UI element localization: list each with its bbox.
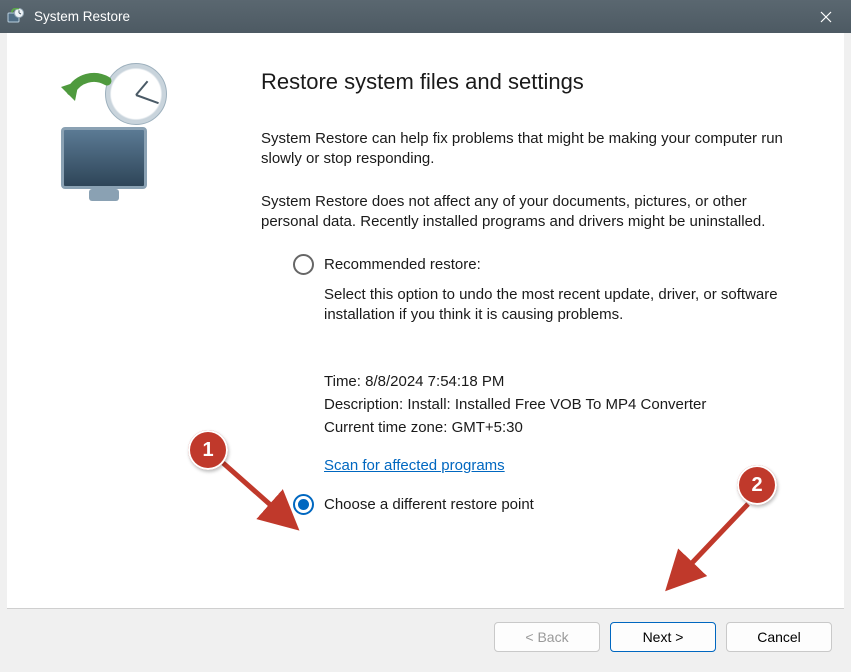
- recommended-restore-label: Recommended restore:: [324, 256, 481, 273]
- annotation-badge-1: 1: [188, 430, 228, 470]
- close-button[interactable]: [801, 0, 851, 33]
- next-button[interactable]: Next >: [610, 622, 716, 652]
- cancel-button[interactable]: Cancel: [726, 622, 832, 652]
- choose-different-point-label: Choose a different restore point: [324, 496, 534, 513]
- restore-desc-value: Install: Installed Free VOB To MP4 Conve…: [407, 396, 706, 413]
- titlebar: System Restore: [0, 0, 851, 33]
- restore-time-value: 8/8/2024 7:54:18 PM: [365, 373, 504, 390]
- wizard-artwork: [37, 61, 177, 201]
- restore-time-label: Time:: [324, 373, 365, 390]
- restore-tz-label: Current time zone:: [324, 419, 452, 436]
- recommended-restore-option[interactable]: Recommended restore:: [293, 254, 794, 275]
- radio-unchecked-icon: [293, 254, 314, 275]
- page-heading: Restore system files and settings: [261, 69, 794, 95]
- scan-affected-programs-link[interactable]: Scan for affected programs: [293, 457, 505, 474]
- window-title: System Restore: [34, 9, 801, 24]
- back-button: < Back: [494, 622, 600, 652]
- intro-para-1: System Restore can help fix problems tha…: [261, 129, 794, 170]
- restore-icon: [6, 7, 26, 27]
- restore-tz-row: Current time zone: GMT+5:30: [293, 416, 794, 439]
- annotation-badge-2: 2: [737, 465, 777, 505]
- radio-checked-icon: [293, 494, 314, 515]
- restore-tz-value: GMT+5:30: [452, 419, 523, 436]
- restore-desc-row: Description: Install: Installed Free VOB…: [293, 393, 794, 416]
- choose-different-point-option[interactable]: Choose a different restore point: [293, 494, 794, 515]
- close-icon: [820, 11, 832, 23]
- wizard-footer: < Back Next > Cancel: [7, 608, 844, 665]
- intro-para-2: System Restore does not affect any of yo…: [261, 192, 794, 233]
- recommended-restore-description: Select this option to undo the most rece…: [293, 285, 794, 326]
- wizard-sidebar: [7, 33, 207, 608]
- wizard-body: Restore system files and settings System…: [7, 33, 844, 608]
- options-block: Recommended restore: Select this option …: [261, 254, 794, 515]
- wizard-main: Restore system files and settings System…: [207, 33, 844, 608]
- restore-desc-label: Description:: [324, 396, 407, 413]
- restore-time-row: Time: 8/8/2024 7:54:18 PM: [293, 370, 794, 393]
